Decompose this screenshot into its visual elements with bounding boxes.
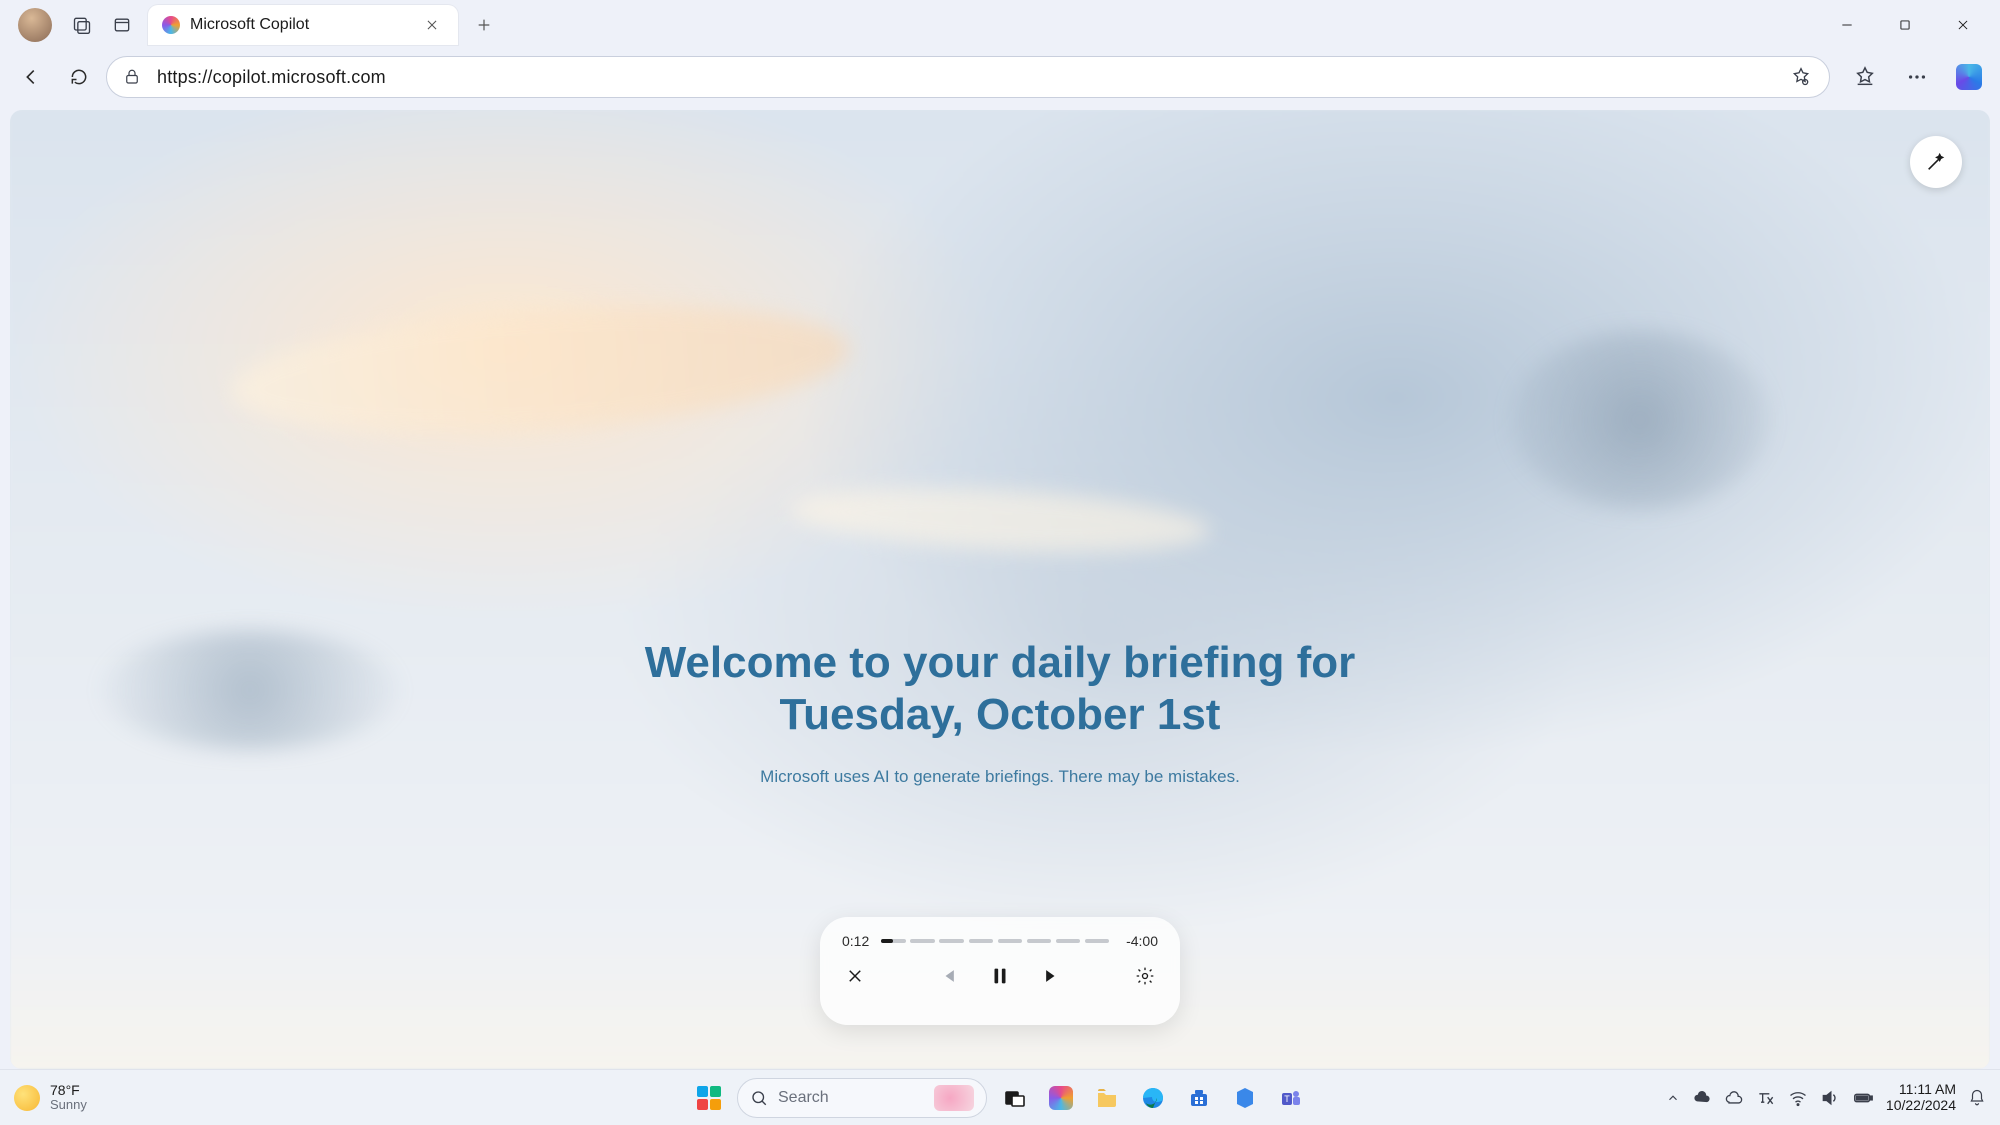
window-minimize-button[interactable] — [1818, 3, 1876, 47]
briefing-headline: Welcome to your daily briefing for Tuesd… — [645, 637, 1356, 741]
copilot-favicon-icon — [162, 16, 180, 34]
more-button[interactable] — [1896, 56, 1938, 98]
site-permissions-icon[interactable] — [121, 66, 143, 88]
taskbar: 78°F Sunny Search T 11:11 AM 10/22/ — [0, 1069, 2000, 1125]
workspaces-icon[interactable] — [62, 5, 102, 45]
tray-clock[interactable]: 11:11 AM 10/22/2024 — [1886, 1082, 1956, 1113]
player-prev-button[interactable] — [935, 963, 961, 989]
taskbar-explorer-button[interactable] — [1089, 1080, 1125, 1116]
svg-text:T: T — [1284, 1094, 1290, 1104]
tab-title: Microsoft Copilot — [190, 16, 420, 34]
taskbar-edge-button[interactable] — [1135, 1080, 1171, 1116]
page-viewport: Welcome to your daily briefing for Tuesd… — [10, 110, 1990, 1069]
briefing-disclaimer: Microsoft uses AI to generate briefings.… — [760, 767, 1240, 787]
tray-cloud-icon[interactable] — [1724, 1088, 1744, 1108]
tray-language-icon[interactable] — [1756, 1088, 1776, 1108]
taskbar-m365-button[interactable] — [1227, 1080, 1263, 1116]
address-bar-url: https://copilot.microsoft.com — [157, 67, 386, 88]
tray-volume-icon[interactable] — [1820, 1088, 1840, 1108]
tab-actions-icon[interactable] — [102, 5, 142, 45]
new-tab-button[interactable] — [464, 5, 504, 45]
window-maximize-button[interactable] — [1876, 3, 1934, 47]
taskbar-search[interactable]: Search — [737, 1078, 987, 1118]
copilot-icon — [1956, 64, 1982, 90]
search-icon — [750, 1089, 768, 1107]
window-close-button[interactable] — [1934, 3, 1992, 47]
taskbar-copilot-button[interactable] — [1043, 1080, 1079, 1116]
tab-close-button[interactable] — [420, 13, 444, 37]
nav-refresh-button[interactable] — [58, 56, 100, 98]
player-settings-button[interactable] — [1132, 963, 1158, 989]
audio-player: 0:12 -4:00 — [820, 917, 1180, 1025]
gear-icon — [1135, 966, 1155, 986]
profile-avatar[interactable] — [18, 8, 52, 42]
taskbar-store-button[interactable] — [1181, 1080, 1217, 1116]
taskbar-taskview-button[interactable] — [997, 1080, 1033, 1116]
tray-battery-icon[interactable] — [1852, 1087, 1874, 1109]
briefing-heading-block: Welcome to your daily briefing for Tuesd… — [10, 637, 1990, 787]
system-tray: 11:11 AM 10/22/2024 — [1666, 1082, 1986, 1113]
nav-back-button[interactable] — [10, 56, 52, 98]
window-controls — [1818, 3, 1992, 47]
taskbar-teams-button[interactable]: T — [1273, 1080, 1309, 1116]
player-remaining: -4:00 — [1126, 933, 1158, 949]
customize-fab-button[interactable] — [1910, 136, 1962, 188]
player-close-button[interactable] — [842, 963, 868, 989]
start-button[interactable] — [691, 1080, 727, 1116]
player-next-button[interactable] — [1039, 963, 1065, 989]
favorites-button[interactable] — [1844, 56, 1886, 98]
tray-wifi-icon[interactable] — [1788, 1088, 1808, 1108]
player-pause-button[interactable] — [987, 963, 1013, 989]
search-highlight-icon — [934, 1085, 974, 1111]
weather-temp: 78°F — [50, 1083, 87, 1098]
tray-chevron-up-icon[interactable] — [1666, 1091, 1680, 1105]
address-bar[interactable]: https://copilot.microsoft.com — [106, 56, 1830, 98]
tray-onedrive-icon[interactable] — [1692, 1088, 1712, 1108]
shopping-icon[interactable] — [1787, 63, 1815, 91]
player-timeline[interactable]: 0:12 -4:00 — [842, 933, 1158, 949]
taskbar-search-placeholder: Search — [778, 1089, 829, 1107]
player-elapsed: 0:12 — [842, 933, 869, 949]
taskbar-weather[interactable]: 78°F Sunny — [14, 1083, 87, 1113]
player-track[interactable] — [881, 938, 1114, 944]
browser-tab[interactable]: Microsoft Copilot — [148, 5, 458, 45]
tray-notifications-icon[interactable] — [1968, 1089, 1986, 1107]
weather-condition: Sunny — [50, 1098, 87, 1112]
titlebar: Microsoft Copilot — [0, 0, 2000, 50]
browser-toolbar: https://copilot.microsoft.com — [0, 50, 2000, 104]
magic-wand-icon — [1925, 151, 1947, 173]
copilot-toolbar-button[interactable] — [1948, 56, 1990, 98]
sun-icon — [14, 1085, 40, 1111]
